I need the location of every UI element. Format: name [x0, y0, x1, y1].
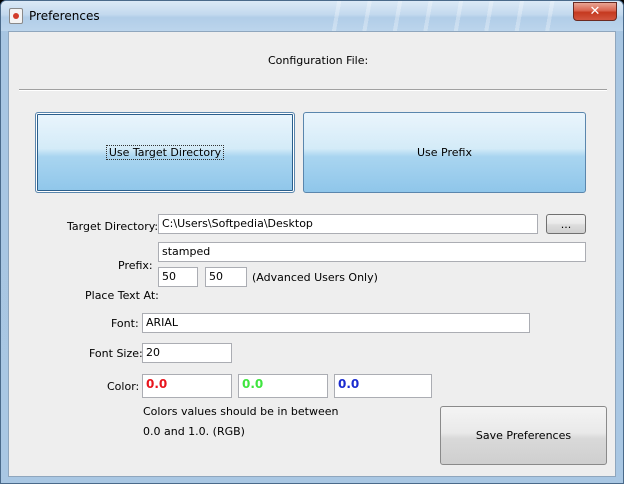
target-directory-label: Target Directory: [67, 220, 159, 233]
advanced-users-note: (Advanced Users Only) [252, 271, 378, 284]
font-input[interactable]: ARIAL [142, 313, 530, 333]
java-app-icon [9, 8, 23, 24]
position-x-input[interactable]: 50 [158, 267, 198, 287]
target-directory-input[interactable]: C:\Users\Softpedia\Desktop [158, 214, 538, 234]
close-icon: ✕ [589, 4, 601, 19]
place-text-at-label: Place Text At: [85, 289, 159, 302]
window-title: Preferences [29, 9, 100, 23]
font-size-label: Font Size: [89, 347, 143, 360]
titlebar-decoration [323, 1, 563, 31]
use-target-directory-button[interactable]: Use Target Directory [35, 112, 295, 193]
use-prefix-label: Use Prefix [417, 146, 472, 159]
configuration-file-label: Configuration File: [268, 54, 369, 67]
separator [19, 89, 607, 91]
color-blue-input[interactable]: 0.0 [334, 374, 432, 398]
color-label: Color: [107, 380, 140, 393]
use-target-directory-label: Use Target Directory [105, 145, 225, 160]
close-button[interactable]: ✕ [573, 2, 617, 21]
color-green-input[interactable]: 0.0 [238, 374, 328, 398]
title-bar[interactable]: Preferences ✕ [1, 1, 623, 31]
color-hint-line2: 0.0 and 1.0. (RGB) [143, 425, 245, 438]
color-hint-line1: Colors values should be in between [143, 405, 339, 418]
preferences-window: Preferences ✕ Configuration File: Use Ta… [0, 0, 624, 484]
prefix-label: Prefix: [118, 259, 153, 272]
use-prefix-button[interactable]: Use Prefix [303, 112, 586, 193]
browse-button[interactable]: ... [546, 214, 586, 234]
position-y-input[interactable]: 50 [205, 267, 247, 287]
font-size-input[interactable]: 20 [142, 343, 232, 363]
color-red-input[interactable]: 0.0 [142, 374, 232, 398]
preferences-panel: Configuration File: Use Target Directory… [8, 31, 616, 477]
prefix-input[interactable]: stamped [158, 242, 586, 262]
save-preferences-button[interactable]: Save Preferences [440, 406, 607, 465]
font-label: Font: [111, 317, 139, 330]
